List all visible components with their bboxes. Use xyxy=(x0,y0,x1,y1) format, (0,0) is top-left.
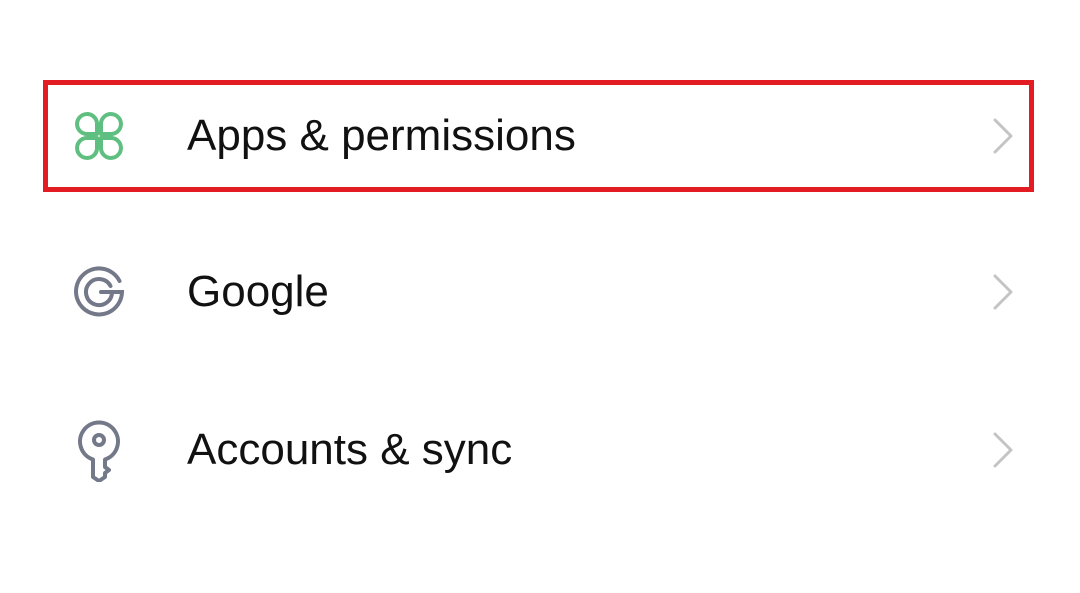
settings-list: Apps & permissions Google Accounts & syn… xyxy=(0,0,1080,593)
settings-item-apps-permissions[interactable]: Apps & permissions xyxy=(0,58,1080,214)
chevron-right-icon xyxy=(986,270,1020,314)
google-g-icon xyxy=(64,257,134,327)
chevron-right-icon xyxy=(986,428,1020,472)
key-icon xyxy=(64,415,134,485)
settings-item-label: Accounts & sync xyxy=(187,425,513,474)
apps-clover-icon xyxy=(64,101,134,171)
settings-item-label: Apps & permissions xyxy=(187,111,576,160)
settings-item-google[interactable]: Google xyxy=(0,214,1080,370)
chevron-right-icon xyxy=(986,114,1020,158)
settings-item-accounts-sync[interactable]: Accounts & sync xyxy=(0,372,1080,528)
settings-item-label: Google xyxy=(187,267,329,316)
